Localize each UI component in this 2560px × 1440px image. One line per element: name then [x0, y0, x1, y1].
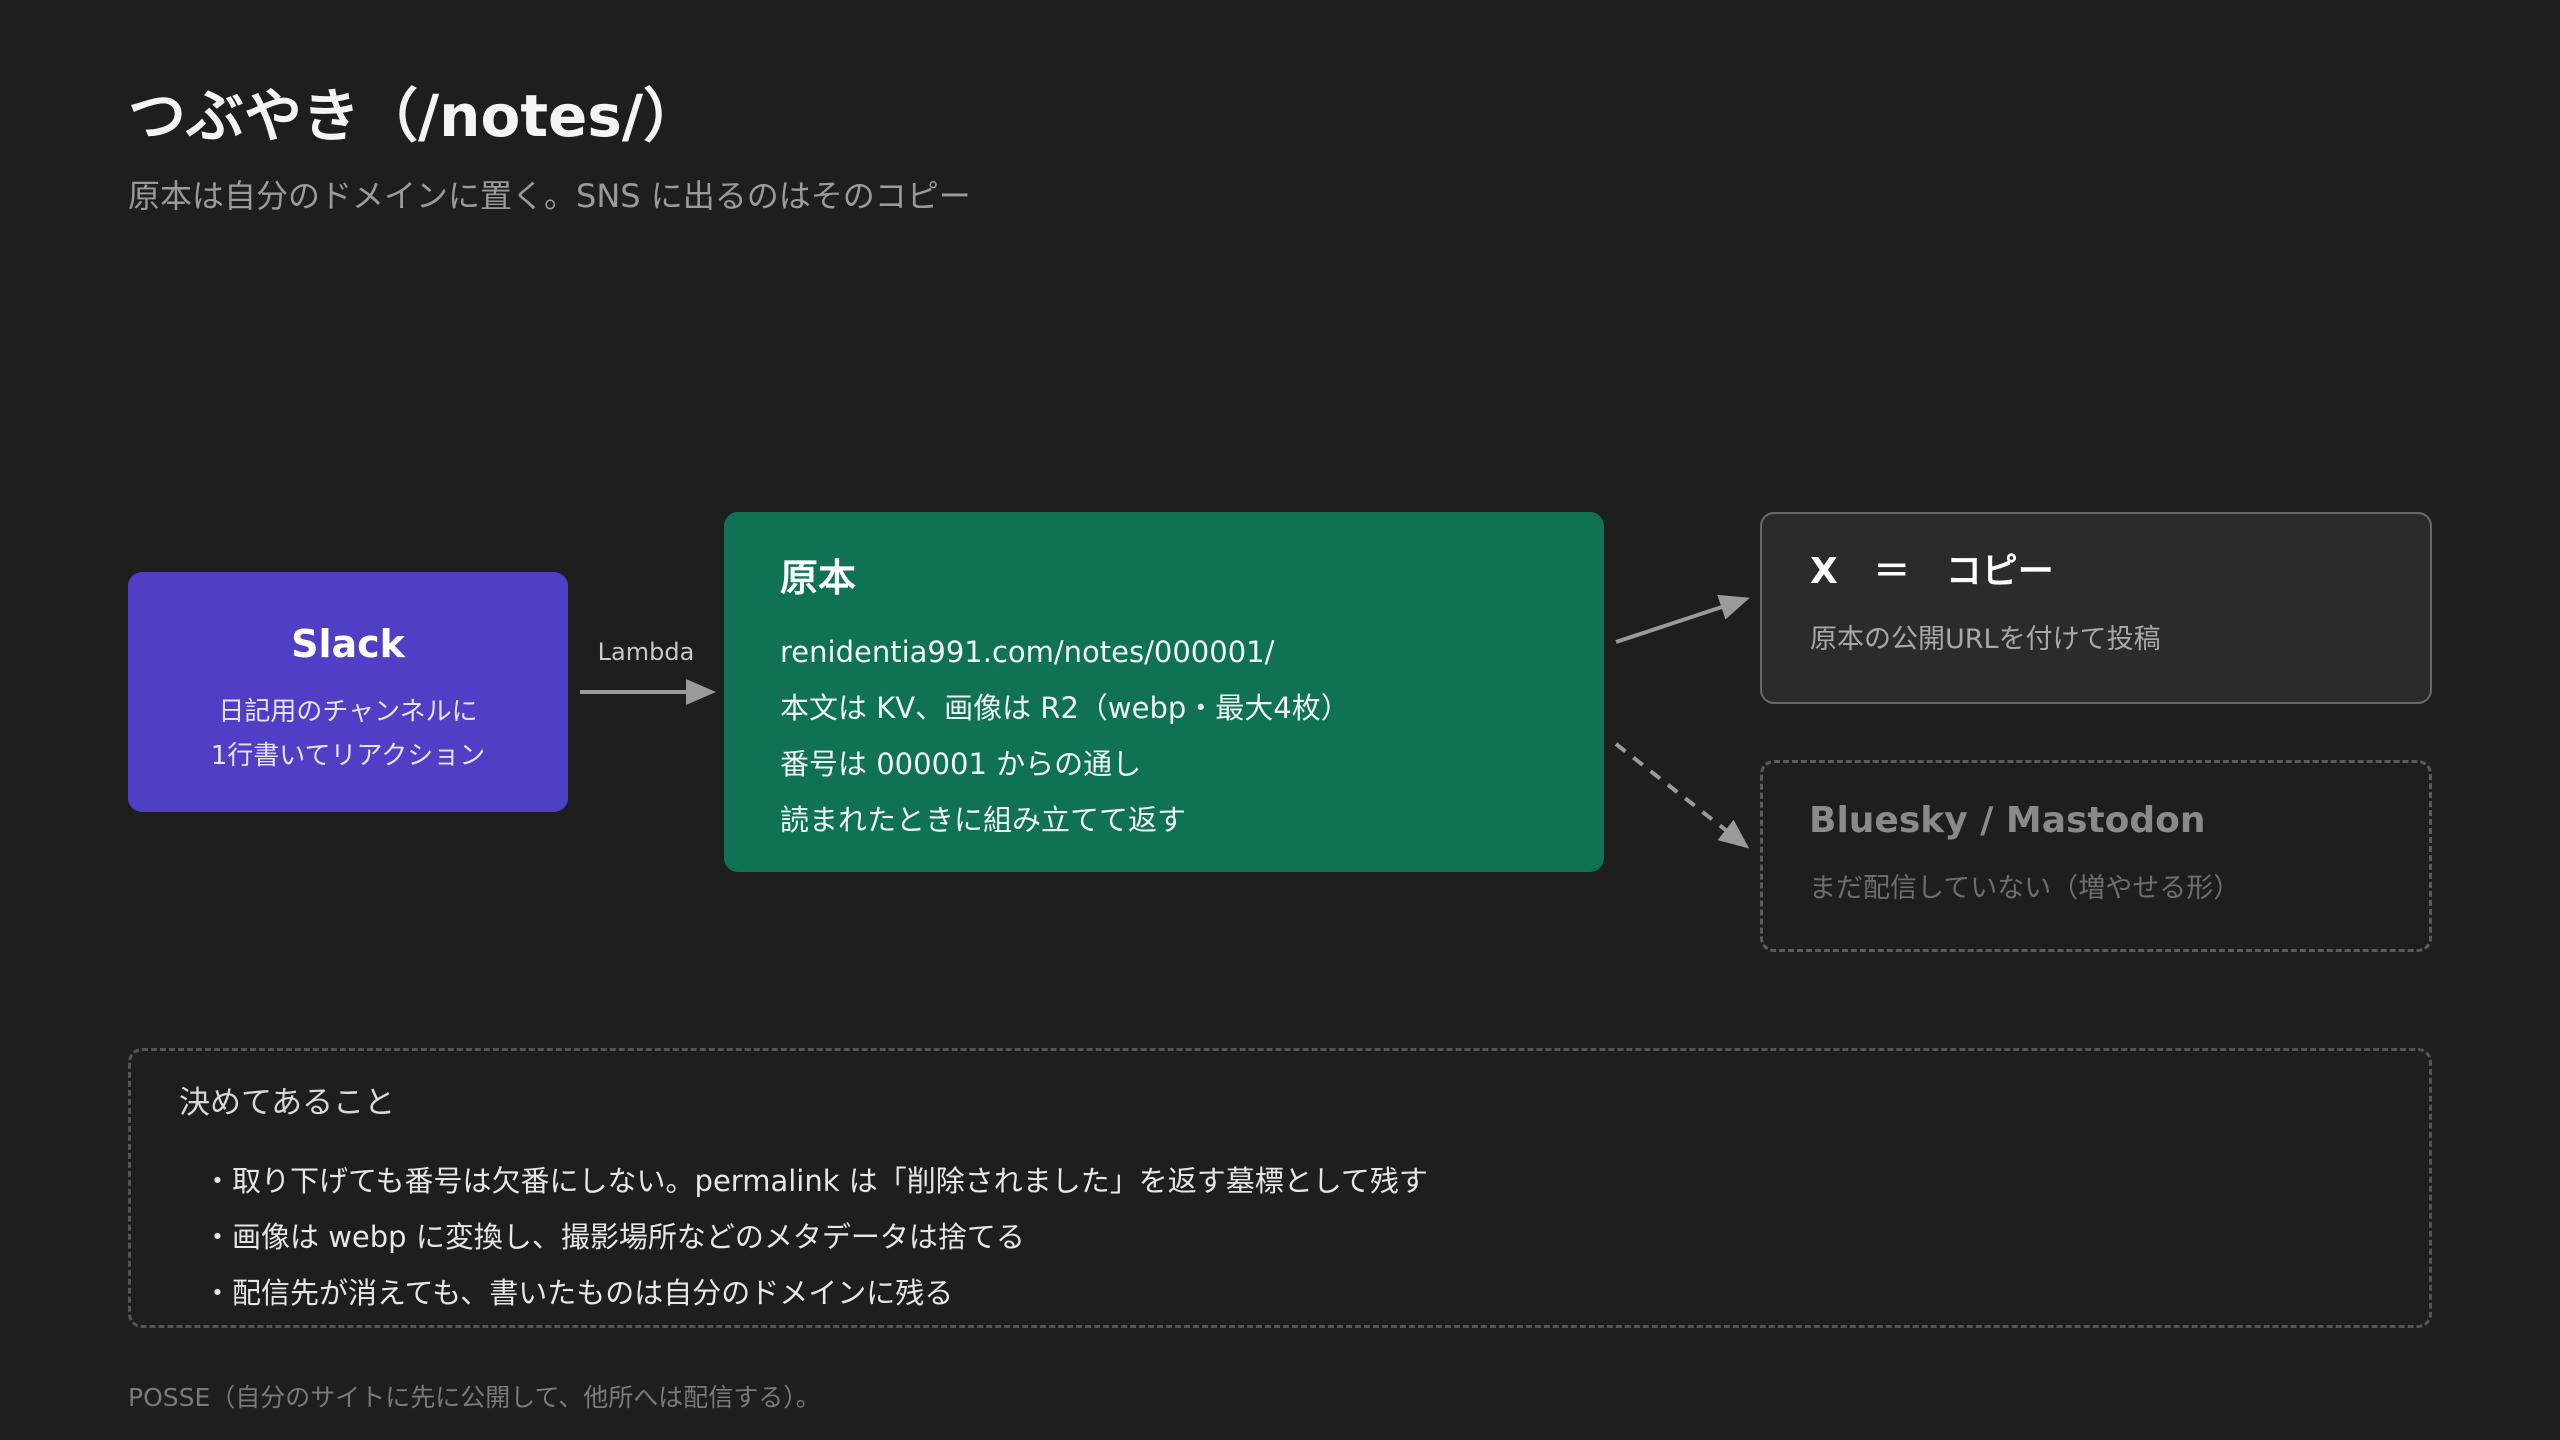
node-origin-numbering: 番号は 000001 からの通し: [780, 746, 1142, 781]
node-origin: 原本 renidentia991.com/notes/000001/ 本文は K…: [724, 512, 1604, 872]
rules-item: ・配信先が消えても、書いたものは自分のドメインに残る: [203, 1276, 954, 1311]
node-x: X ＝ コピー 原本の公開URLを付けて投稿: [1760, 512, 2432, 704]
arrow-origin-to-bluesky: [1614, 742, 1750, 849]
node-bluesky-desc: まだ配信していない（増やせる形）: [1809, 873, 2241, 905]
rules-heading: 決めてあること: [179, 1085, 396, 1121]
node-slack-desc-line2: 1行書いてリアクション: [210, 740, 486, 771]
node-slack-name: Slack: [291, 622, 405, 666]
arrow-origin-to-x: [1615, 594, 1750, 644]
rules-item: ・取り下げても番号は欠番にしない。permalink は「削除されました」を返す…: [203, 1164, 1428, 1199]
node-origin-url: renidentia991.com/notes/000001/: [780, 634, 1275, 669]
node-x-desc: 原本の公開URLを付けて投稿: [1810, 624, 2161, 656]
node-slack-desc-line1: 日記用のチャンネルに: [218, 696, 478, 727]
rules-panel: 決めてあること ・取り下げても番号は欠番にしない。permalink は「削除さ…: [128, 1048, 2432, 1328]
rules-item: ・画像は webp に変換し、撮影場所などのメタデータは捨てる: [203, 1220, 1025, 1255]
page-subtitle: 原本は自分のドメインに置く。SNS に出るのはそのコピー: [128, 177, 971, 215]
node-origin-heading: 原本: [780, 556, 857, 600]
node-origin-storage: 本文は KV、画像は R2（webp・最大4枚）: [780, 690, 1350, 725]
node-origin-render: 読まれたときに組み立てて返す: [780, 802, 1187, 837]
node-x-head: X ＝ コピー: [1810, 551, 2054, 592]
node-slack: Slack 日記用のチャンネルに 1行書いてリアクション: [128, 572, 568, 812]
node-slack-desc: 日記用のチャンネルに 1行書いてリアクション: [128, 690, 568, 778]
edge-label-lambda: Lambda: [597, 638, 695, 666]
page-title: つぶやき（/notes/）: [128, 82, 702, 150]
footnote: POSSE（自分のサイトに先に公開して、他所へは配信する）。: [128, 1383, 821, 1412]
node-bluesky-head: Bluesky / Mastodon: [1809, 800, 2206, 841]
node-bluesky-mastodon: Bluesky / Mastodon まだ配信していない（増やせる形）: [1760, 760, 2432, 952]
